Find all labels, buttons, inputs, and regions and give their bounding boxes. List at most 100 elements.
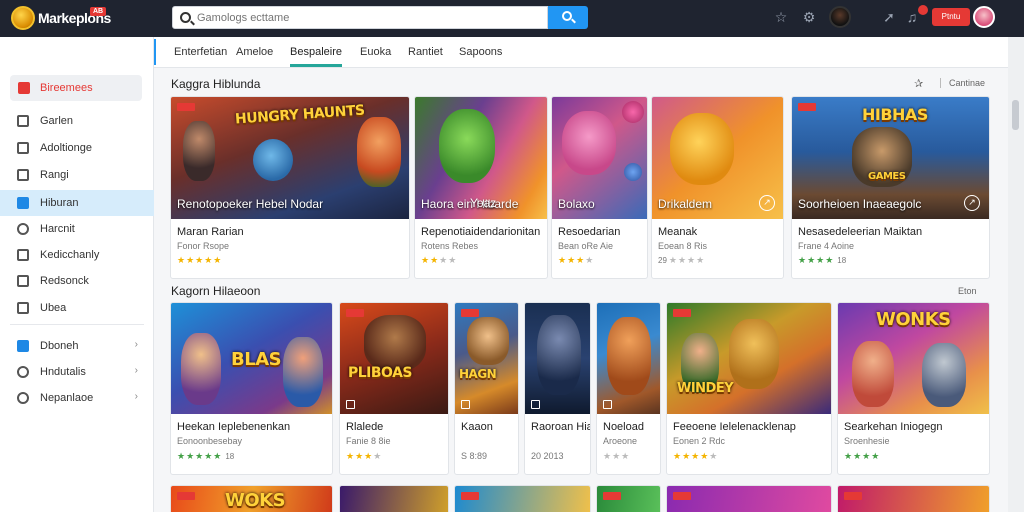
logo-icon[interactable] (11, 6, 35, 30)
game-card[interactable] (596, 485, 661, 512)
scrollbar-thumb[interactable] (1012, 100, 1019, 130)
tab-0[interactable]: Enterfetian (174, 46, 227, 58)
orb-art (622, 101, 644, 123)
character-art (357, 117, 401, 187)
character-art (607, 317, 651, 395)
sidebar-item-addons[interactable]: Adoltionge (0, 135, 154, 161)
tab-2[interactable]: Bespaleire (290, 46, 342, 58)
star-icon[interactable]: ☆ (773, 9, 789, 25)
featured-card[interactable]: Drikaldem ↗ Meanak Eoean 8 Ris 29 ★★★★ (651, 96, 784, 279)
character-art (562, 111, 616, 175)
bookmark-icon[interactable] (461, 400, 470, 409)
search-box[interactable] (172, 6, 548, 29)
game-artwork: WOKS (171, 486, 332, 512)
featured-card[interactable]: Haora ein Hibarde Repenotiaidendarionita… (414, 96, 548, 279)
card-title: Rlalede (346, 421, 384, 433)
box-icon (17, 302, 29, 314)
game-artwork (525, 303, 590, 414)
search-input[interactable] (197, 9, 537, 26)
tab-bar: Enterfetian Ameloe Bespaleire Euoka Rant… (154, 37, 1008, 68)
game-artwork: WINDEY (667, 303, 831, 414)
rating-stars: ★★★★ (844, 451, 881, 461)
featured-card[interactable]: HUNGRY HAUNTS Renotopoeker Hebel Nodar M… (170, 96, 410, 279)
bookmark-icon[interactable] (346, 400, 355, 409)
game-card[interactable]: BLAS Heekan Ieplebenenkan Eonoonbesebay … (170, 302, 333, 475)
sidebar-item-hunting[interactable]: Harcnit (0, 216, 154, 242)
game-card[interactable] (666, 485, 832, 512)
user-avatar[interactable] (973, 6, 995, 28)
rocket-icon[interactable]: ➚ (881, 9, 897, 25)
section-action-featured[interactable]: Cantinae (940, 78, 985, 88)
tab-4[interactable]: Rantiet (408, 46, 443, 58)
character-art (283, 337, 323, 407)
game-card[interactable]: HAGN Kaaon S 8:89 (454, 302, 519, 475)
avatar[interactable] (829, 6, 851, 28)
user-button[interactable]: Ptntu (932, 8, 970, 26)
sidebar-divider (10, 324, 144, 325)
rating-stars: ★★★★ (421, 255, 458, 265)
share-icon[interactable]: ↗ (964, 195, 980, 211)
rating-stars: ★★★★ 18 (798, 255, 847, 265)
sidebar-item-games[interactable]: Garlen (0, 108, 154, 134)
game-artwork (455, 486, 590, 512)
game-card[interactable] (454, 485, 591, 512)
character-art (670, 113, 734, 185)
badge (461, 309, 479, 317)
sidebar-item-kids[interactable]: Kedicchanly (0, 242, 154, 268)
game-card[interactable]: Raoroan Hiar 20 2013 (524, 302, 591, 475)
card-title: Resoedarian (558, 226, 621, 238)
game-card[interactable]: Noeload Aroeone ★★★ (596, 302, 661, 475)
artwork-caption: Bolaxo (558, 197, 595, 211)
sidebar-item-ranking[interactable]: Rangi (0, 162, 154, 188)
card-title: Kaaon (461, 421, 493, 433)
sidebar-item-label: Rangi (40, 169, 69, 181)
sidebar-item-label: Redsonck (40, 275, 89, 287)
sidebar-item-hndutalis[interactable]: Hndutalis › (0, 359, 154, 385)
search-button[interactable] (548, 6, 588, 29)
featured-card[interactable]: Bolaxo Resoedarian Bean oRe Aie ★★★★ (551, 96, 648, 279)
featured-card[interactable]: HIBHAS GAMES Soorheioen Inaeaegolc ↗ Nes… (791, 96, 990, 279)
sidebar-item-nepanlaoe[interactable]: Nepanlaoe › (0, 385, 154, 411)
game-artwork (597, 303, 660, 414)
share-icon[interactable]: ↗ (759, 195, 775, 211)
badge (346, 309, 364, 317)
tab-5[interactable]: Sapoons (459, 46, 502, 58)
game-card[interactable] (837, 485, 990, 512)
sidebar-item-label: Harcnit (40, 223, 75, 235)
game-artwork (838, 486, 989, 512)
artwork-logo: HAGN (459, 367, 497, 381)
sidebar-item-ubea[interactable]: Ubea (0, 295, 154, 321)
sidebar-item-home[interactable]: Bireemees (10, 75, 142, 101)
rating-stars: ★★★★ (558, 255, 595, 265)
help-icon (17, 392, 29, 404)
gamepad-icon (17, 115, 29, 127)
settings-icon[interactable]: ⚙ (801, 9, 817, 25)
list-icon (17, 169, 29, 181)
tab-3[interactable]: Euoka (360, 46, 391, 58)
orb-art (624, 163, 642, 181)
badge (461, 492, 479, 500)
game-card[interactable]: WINDEY Feeoene Ielelenacklenap Eonen 2 R… (666, 302, 832, 475)
sidebar-item-label: Adoltionge (40, 142, 92, 154)
game-artwork: Drikaldem ↗ (652, 97, 783, 219)
badge (603, 492, 621, 500)
card-meta: Fanie 8 8ie (346, 436, 391, 446)
bookmark-icon[interactable] (603, 400, 612, 409)
game-card[interactable]: WONKS Searkehan Iniogegn Sroenhesie ★★★★ (837, 302, 990, 475)
badge (844, 492, 862, 500)
sidebar-item-redstone[interactable]: Redsonck (0, 268, 154, 294)
game-card[interactable]: WOKS (170, 485, 333, 512)
pin-icon[interactable]: ✰ (914, 77, 923, 90)
tab-1[interactable]: Ameloe (236, 46, 273, 58)
card-meta: Aroeone (603, 436, 638, 446)
sidebar-item-dboneh[interactable]: Dboneh › (0, 333, 154, 359)
sidebar-item-entertainment[interactable]: Hiburan (0, 190, 154, 216)
artwork-logo: HIBHAS (862, 105, 928, 124)
bookmark-icon[interactable] (531, 400, 540, 409)
rating-stars: 29 ★★★★ (658, 255, 706, 265)
artwork-caption: Soorheioen Inaeaegolc (798, 197, 922, 211)
artwork-logo: WOKS (225, 490, 286, 511)
section-action-popular[interactable]: Eton (958, 286, 977, 296)
game-card[interactable] (339, 485, 449, 512)
game-card[interactable]: PLIBOAS Rlalede Fanie 8 8ie ★★★★ (339, 302, 449, 475)
